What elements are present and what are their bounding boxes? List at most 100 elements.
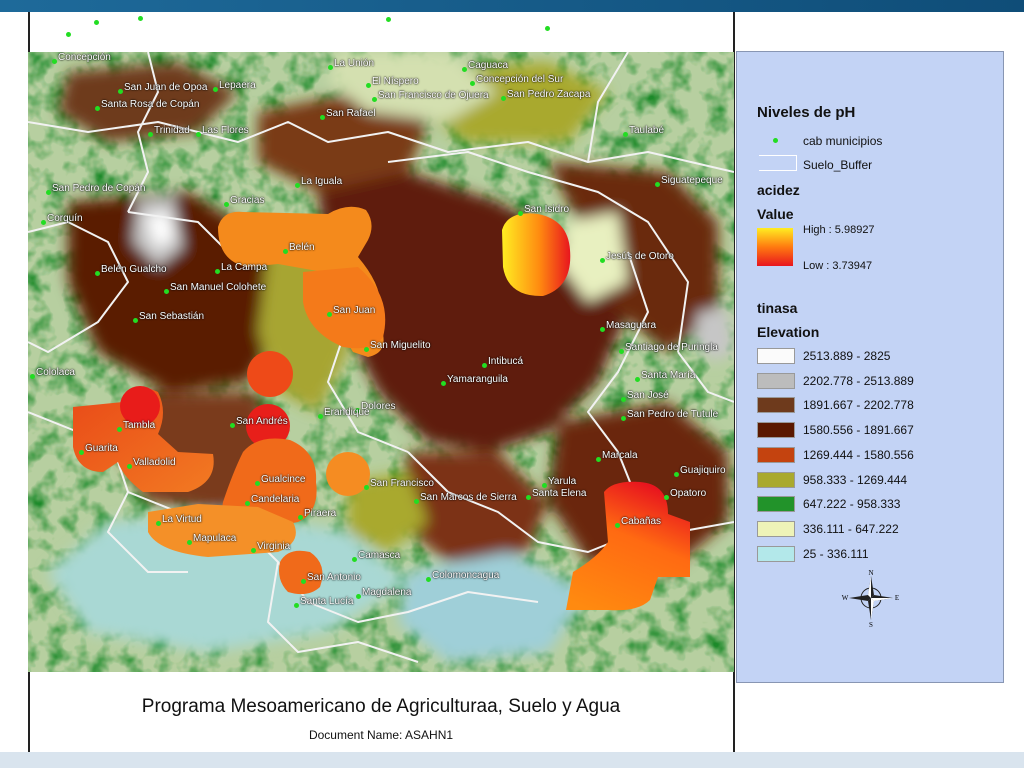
town-dot <box>318 414 323 419</box>
town-label: San Pedro de Copán <box>52 183 146 194</box>
elevation-map <box>28 52 734 672</box>
town-dot <box>462 67 467 72</box>
town-dot <box>251 548 256 553</box>
town-label: Marcala <box>602 450 638 461</box>
town-dot <box>470 81 475 86</box>
town-dot <box>600 258 605 263</box>
town-label: San Pedro Zacapa <box>507 89 591 100</box>
acidez-low-label: Low : 3.73947 <box>803 260 873 272</box>
town-label: San Rafael <box>326 108 376 119</box>
town-label: La Virtud <box>162 514 202 525</box>
town-label: Santa Rosa de Copán <box>101 99 200 110</box>
town-label: Colomoncagua <box>432 570 500 581</box>
west-letter: W <box>842 594 849 602</box>
town-label: Santa María <box>641 370 696 381</box>
document-name: Document Name: ASAHN1 <box>308 728 454 742</box>
town-label: Guajiquiro <box>680 465 726 476</box>
town-dot <box>298 515 303 520</box>
town-label: La Iguala <box>301 176 343 187</box>
town-dot <box>518 211 523 216</box>
town-dot <box>621 397 626 402</box>
elevation-class-label: 1580.556 - 1891.667 <box>803 423 914 438</box>
town-dot <box>245 501 250 506</box>
town-label: San Isidro <box>524 204 570 215</box>
town-label: Opatoro <box>670 488 707 499</box>
town-dot <box>623 132 628 137</box>
town-label: San Juan <box>333 305 376 316</box>
town-dot <box>79 450 84 455</box>
town-label: Siguatepeque <box>661 175 723 186</box>
town-dot <box>156 521 161 526</box>
elevation-class-label: 2513.889 - 2825 <box>803 349 891 363</box>
town-label: San Antonio <box>307 572 361 583</box>
town-label: San Juan de Opoa <box>124 82 208 93</box>
town-label: Candelaria <box>251 494 300 505</box>
town-label: Gracias <box>230 195 265 206</box>
town-dot <box>366 83 371 88</box>
elevation-swatch <box>757 545 795 562</box>
town-label: Lepaera <box>219 80 256 91</box>
town-dot <box>95 271 100 276</box>
town-dot <box>215 269 220 274</box>
town-label: Jesús de Otoro <box>606 251 674 262</box>
elevation-class-label: 647.222 - 958.333 <box>803 497 901 512</box>
town-dot <box>352 557 357 562</box>
acidez-color-ramp <box>757 228 793 266</box>
town-label: Guarita <box>85 443 118 454</box>
town-label: Santiago de Puringla <box>625 342 718 353</box>
elevation-class-label: 958.333 - 1269.444 <box>803 472 908 487</box>
map-frame[interactable]: Concepción La Unión Caguaca El Níspero Conce… <box>28 52 734 672</box>
elevation-swatch <box>757 372 795 389</box>
buffer-san-isidro <box>502 213 571 297</box>
elevation-swatch <box>757 471 795 488</box>
town-dot-extra <box>94 20 99 25</box>
town-dot <box>328 65 333 70</box>
town-label: El Níspero <box>372 76 419 87</box>
town-dot <box>301 579 306 584</box>
town-dot <box>118 89 123 94</box>
town-label: Cabañas <box>621 516 662 527</box>
town-label: San Miguelito <box>370 340 431 351</box>
town-dot <box>501 96 506 101</box>
town-dot <box>224 202 229 207</box>
town-dot-extra <box>386 17 391 22</box>
buffer-east-central <box>326 452 370 496</box>
town-dot <box>441 381 446 386</box>
town-dot <box>600 327 605 332</box>
town-dot <box>230 423 235 428</box>
town-dot <box>148 132 153 137</box>
town-label: Belén Gualcho <box>101 264 167 275</box>
town-dot <box>327 312 332 317</box>
town-dot <box>482 363 487 368</box>
bottom-banner <box>0 752 1024 768</box>
north-letter: N <box>868 569 873 577</box>
elevation-class-label: 1891.667 - 2202.778 <box>803 398 914 413</box>
town-dot <box>635 377 640 382</box>
town-dot <box>187 540 192 545</box>
town-label: Magdalena <box>362 587 412 598</box>
town-label: Cololaca <box>36 367 75 378</box>
town-dot <box>664 495 669 500</box>
town-label: Santa Lucía <box>300 596 354 607</box>
town-label: Corquín <box>47 213 83 224</box>
town-dot <box>117 427 122 432</box>
town-label: Taulabé <box>629 125 665 136</box>
town-label: Gualcince <box>261 474 306 485</box>
elevation-swatch <box>757 520 795 537</box>
town-label: Belén <box>289 242 315 253</box>
town-label: Valladolid <box>133 457 176 468</box>
town-dot <box>596 457 601 462</box>
town-label: San Francisco <box>370 478 434 489</box>
town-dot <box>364 347 369 352</box>
legend-heading: Niveles de pH <box>757 104 856 121</box>
town-label: Concepción del Sur <box>476 74 564 85</box>
town-dot <box>414 499 419 504</box>
town-dot <box>621 416 626 421</box>
town-dot-extra <box>138 16 143 21</box>
town-label: La Unión <box>334 58 375 69</box>
top-banner <box>0 0 1024 12</box>
town-dot-extra <box>545 26 550 31</box>
town-label: Caguaca <box>468 60 509 71</box>
town-label: San Pedro de Tutule <box>627 409 719 420</box>
town-label: Virginia <box>257 541 291 552</box>
